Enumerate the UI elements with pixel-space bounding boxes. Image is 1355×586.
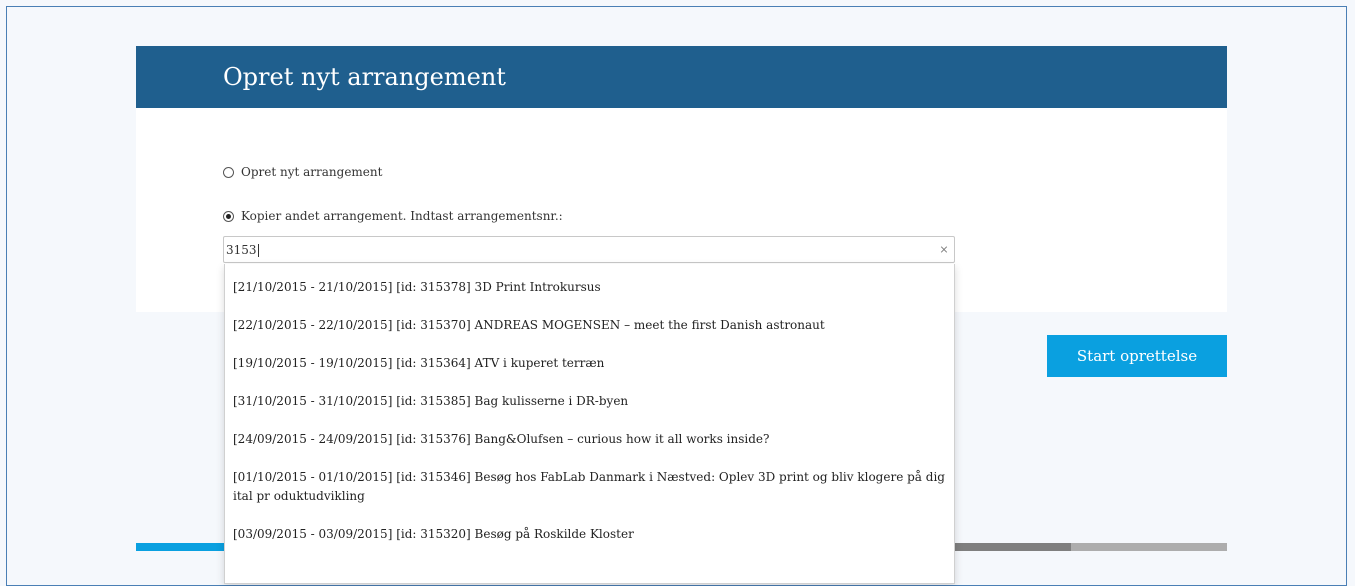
footer-bar-light [1071,543,1227,551]
option-new-event[interactable]: Opret nyt arrangement [223,165,382,179]
result-item[interactable]: [24/09/2015 - 24/09/2015] [id: 315376] B… [225,430,954,449]
result-item[interactable]: [19/10/2015 - 19/10/2015] [id: 315364] A… [225,354,954,373]
panel-header: Opret nyt arrangement [136,46,1227,108]
radio-copy-event[interactable] [223,210,234,222]
result-item[interactable]: [31/10/2015 - 31/10/2015] [id: 315385] B… [225,392,954,411]
result-item[interactable]: [21/10/2015 - 21/10/2015] [id: 315378] 3… [225,278,954,297]
option-new-event-label: Opret nyt arrangement [241,165,383,179]
option-copy-event-label: Kopier andet arrangement. Indtast arrang… [241,209,563,223]
result-item[interactable]: [22/10/2015 - 22/10/2015] [id: 315370] A… [225,316,954,335]
results-list: [21/10/2015 - 21/10/2015] [id: 315378] 3… [225,264,954,544]
start-creation-button[interactable]: Start oprettelse [1047,335,1227,377]
result-item[interactable]: [01/10/2015 - 01/10/2015] [id: 315346] B… [225,468,954,506]
page-title: Opret nyt arrangement [223,63,506,91]
result-item[interactable]: [03/09/2015 - 03/09/2015] [id: 315320] B… [225,525,954,544]
event-number-text: 3153 [226,242,257,257]
footer-bar-dark [954,543,1071,551]
text-caret [257,243,259,257]
footer-bar-blue [136,543,224,551]
radio-new-event[interactable] [223,166,234,178]
autocomplete-dropdown: [21/10/2015 - 21/10/2015] [id: 315378] 3… [224,264,955,584]
clear-icon[interactable]: × [934,243,954,256]
option-copy-event[interactable]: Kopier andet arrangement. Indtast arrang… [223,209,563,223]
event-number-input[interactable]: 3153 × [223,236,955,263]
event-number-value[interactable]: 3153 [226,243,934,257]
